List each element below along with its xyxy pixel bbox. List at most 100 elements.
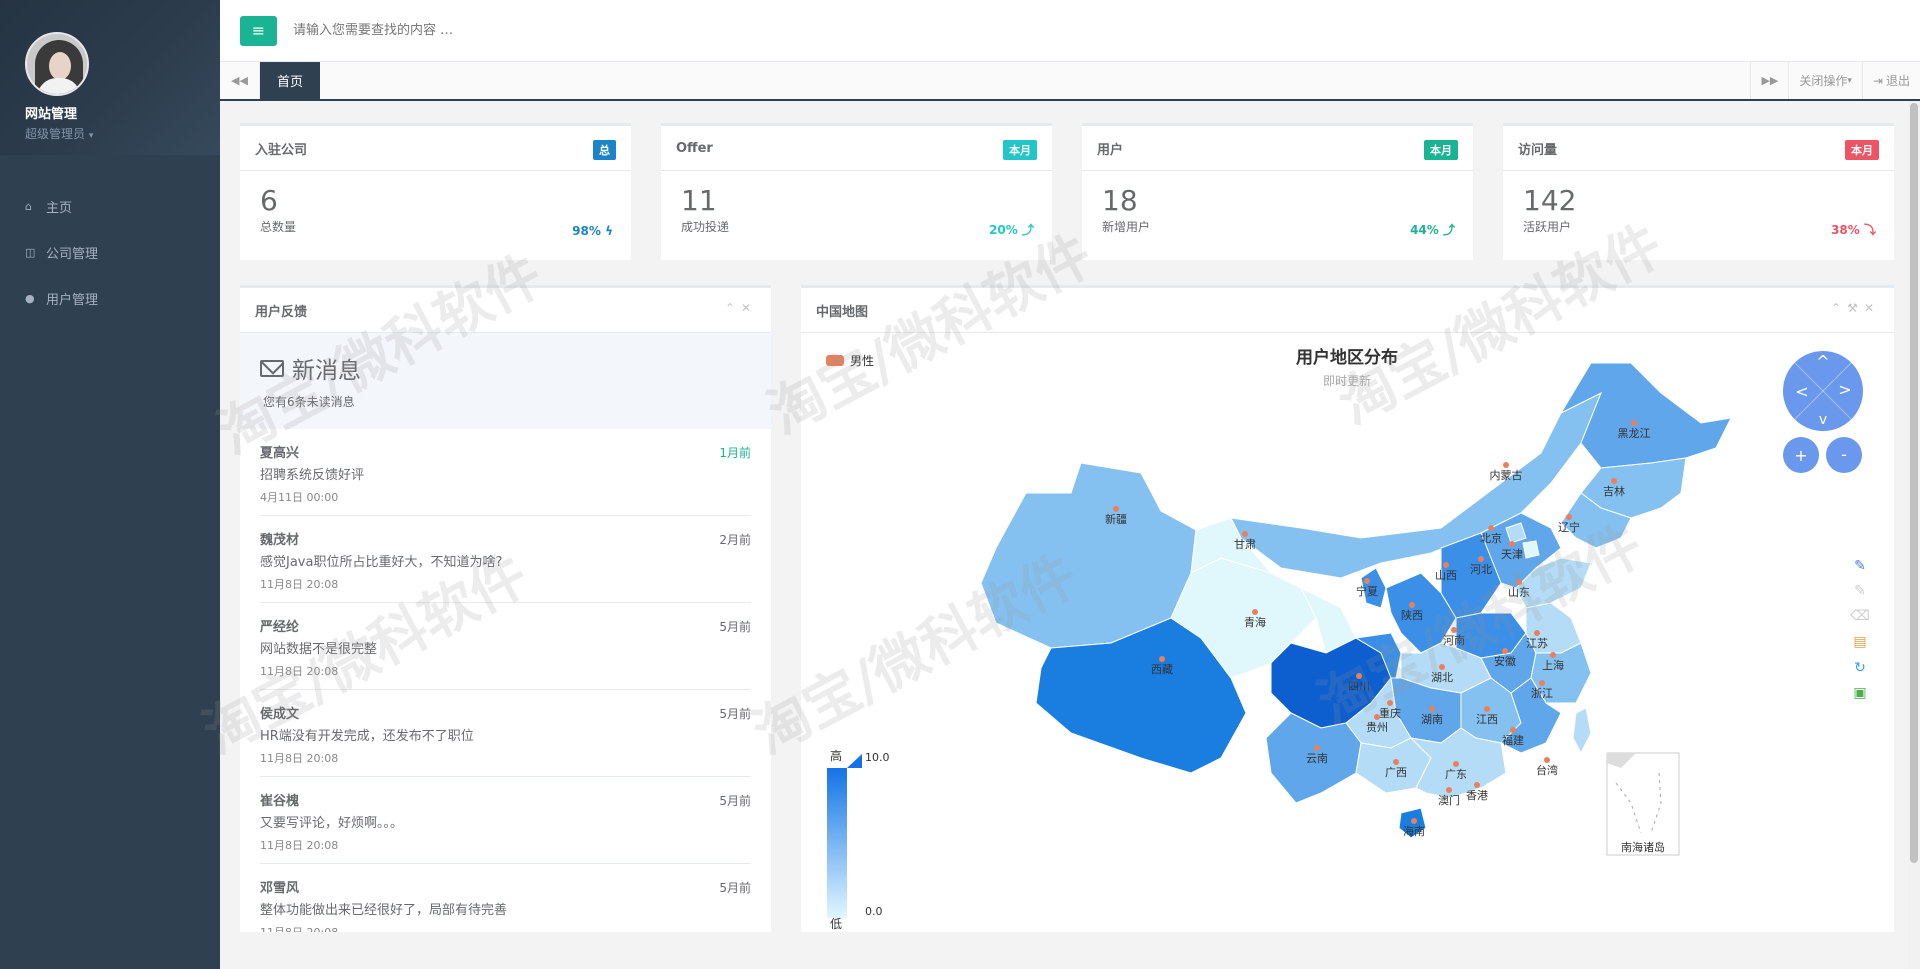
minus-icon: - xyxy=(1841,445,1847,464)
user-role-dropdown[interactable]: 超级管理员 ▾ xyxy=(25,125,220,142)
svg-text:新疆: 新疆 xyxy=(1105,512,1127,526)
envelope-icon xyxy=(260,359,284,377)
svg-text:河南: 河南 xyxy=(1443,634,1465,647)
close-icon[interactable]: ✕ xyxy=(741,301,757,315)
pan-left-icon[interactable]: < xyxy=(1795,382,1808,401)
user-name: 网站管理 xyxy=(25,107,78,122)
hamburger-icon: ≡ xyxy=(251,21,266,40)
level-up-icon: ⤴ xyxy=(1442,223,1455,237)
sidebar-item-label: 公司管理 xyxy=(46,246,99,262)
mark-clear-icon[interactable]: ⌫ xyxy=(1850,608,1870,624)
wrench-icon[interactable]: ⚒ xyxy=(1847,301,1864,315)
backward-icon: ◀◀ xyxy=(231,74,248,87)
stat-value: 18 xyxy=(1102,184,1138,217)
roam-controller[interactable]: ^ < > v + - xyxy=(1783,351,1863,473)
top-bar: ≡ xyxy=(220,0,1920,61)
close-ops-dropdown[interactable]: 关闭操作 ▾ xyxy=(1788,62,1862,99)
sidebar-item-users[interactable]: ● 用户管理 xyxy=(0,275,220,321)
mark-undo-icon[interactable]: ✎ xyxy=(1854,583,1866,599)
svg-text:宁夏: 宁夏 xyxy=(1356,584,1378,598)
feedback-date: 4月11日 00:00 xyxy=(260,491,339,504)
data-view-icon[interactable]: ▤ xyxy=(1853,634,1866,650)
stat-value: 11 xyxy=(681,184,717,217)
range-min: 0.0 xyxy=(865,905,883,918)
svg-text:黑龙江: 黑龙江 xyxy=(1618,427,1651,440)
range-bar xyxy=(827,768,847,918)
pan-up-icon[interactable]: ^ xyxy=(1816,352,1829,371)
feedback-author: 严经纶 xyxy=(260,620,300,635)
stat-badge: 本月 xyxy=(1845,140,1879,160)
map-title: 用户地区分布 xyxy=(1296,347,1398,368)
stat-title: 访问量 xyxy=(1518,142,1558,158)
pan-right-icon[interactable]: > xyxy=(1838,380,1851,399)
close-icon[interactable]: ✕ xyxy=(1864,301,1880,315)
svg-text:湖北: 湖北 xyxy=(1431,671,1453,684)
feedback-list: 夏高兴 招聘系统反馈好评 4月11日 00:00 1月前 魏茂材 感觉Java职位所占比… xyxy=(240,429,771,932)
list-item[interactable]: 魏茂材 感觉Java职位所占比重好大，不知道为啥? 11月8日 20:08 2月前 xyxy=(260,516,751,603)
sidebar-item-home[interactable]: ⌂ 主页 xyxy=(0,183,220,229)
forward-icon: ▶▶ xyxy=(1761,74,1779,87)
list-item[interactable]: 崔谷槐 又要写评论，好烦啊。。。 11月8日 20:08 5月前 xyxy=(260,777,751,864)
stat-percent: 98% ϟ xyxy=(572,224,613,238)
sidebar-item-company[interactable]: ◫ 公司管理 xyxy=(0,229,220,275)
user-role-label: 超级管理员 xyxy=(25,127,86,141)
svg-text:澳门: 澳门 xyxy=(1438,793,1460,807)
restore-icon[interactable]: ↻ xyxy=(1854,660,1866,676)
svg-text:西藏: 西藏 xyxy=(1151,663,1173,676)
visual-map-range[interactable]: 高 10.0 0.0 低 xyxy=(827,748,890,931)
list-item[interactable]: 侯成文 HR端没有开发完成，还发布不了职位 11月8日 20:08 5月前 xyxy=(260,690,751,777)
save-image-icon[interactable]: ▣ xyxy=(1853,685,1866,701)
region-taiwan[interactable] xyxy=(1572,707,1592,755)
feedback-author: 崔谷槐 xyxy=(260,794,300,809)
menu-toggle-button[interactable]: ≡ xyxy=(240,15,277,46)
close-ops-label: 关闭操作 xyxy=(1799,74,1848,88)
feedback-text: 整体功能做出来已经很好了，局部有待完善 xyxy=(260,903,508,918)
list-item[interactable]: 夏高兴 招聘系统反馈好评 4月11日 00:00 1月前 xyxy=(260,429,751,516)
scrollbar-thumb[interactable] xyxy=(1910,103,1918,863)
tab-home[interactable]: 首页 xyxy=(260,62,321,99)
range-handle-top[interactable] xyxy=(847,754,862,768)
unread-count: 您有6条未读消息 xyxy=(263,395,355,409)
collapse-icon[interactable]: ⌃ xyxy=(725,301,741,315)
logout-label: 退出 xyxy=(1885,74,1910,88)
feedback-date: 11月8日 20:08 xyxy=(260,665,339,678)
tab-scroll-left-button[interactable]: ◀◀ xyxy=(220,62,260,99)
pan-down-icon[interactable]: v xyxy=(1819,412,1827,428)
level-up-icon: ⤴ xyxy=(1021,223,1034,237)
feedback-time: 5月前 xyxy=(719,620,751,634)
stat-percent: 38% ⤵ xyxy=(1831,221,1876,238)
caret-down-icon: ▾ xyxy=(1847,75,1852,86)
region-tianjin[interactable] xyxy=(1522,540,1540,559)
map-subtitle: 即时更新 xyxy=(1323,373,1371,388)
search-input[interactable] xyxy=(293,23,693,38)
logout-button[interactable]: ⇥ 退出 xyxy=(1861,62,1920,99)
legend-label: 男性 xyxy=(850,354,874,368)
list-item[interactable]: 严经纶 网站数据不是很完整 11月8日 20:08 5月前 xyxy=(260,603,751,690)
feedback-text: HR端没有开发完成，还发布不了职位 xyxy=(260,729,474,744)
feedback-text: 感觉Java职位所占比重好大，不知道为啥? xyxy=(260,555,503,570)
marker-neimenggu[interactable]: 内蒙古 xyxy=(1490,462,1523,482)
svg-text:广东: 广东 xyxy=(1445,768,1467,781)
feedback-text: 招聘系统反馈好评 xyxy=(260,468,365,483)
region-xinjiang[interactable] xyxy=(980,462,1197,649)
feedback-time: 5月前 xyxy=(719,794,751,808)
avatar[interactable] xyxy=(25,32,89,96)
user-icon: ● xyxy=(25,291,35,305)
legend-swatch[interactable] xyxy=(826,355,844,366)
stat-percent-value: 44% xyxy=(1410,223,1439,237)
bolt-icon: ϟ xyxy=(605,224,613,238)
stat-percent-value: 20% xyxy=(989,223,1018,237)
stat-percent: 44% ⤴ xyxy=(1410,221,1455,238)
collapse-icon[interactable]: ⌃ xyxy=(1831,301,1847,315)
tab-scroll-right-button[interactable]: ▶▶ xyxy=(1750,62,1788,99)
svg-text:安徽: 安徽 xyxy=(1494,654,1516,668)
svg-text:上海: 上海 xyxy=(1542,658,1564,672)
svg-text:河北: 河北 xyxy=(1470,563,1492,576)
list-item[interactable]: 邓雪风整体功能做出来已经很好了，局部有待完善 11月8日 20:08 5月前 xyxy=(260,864,751,932)
scrollbar[interactable] xyxy=(1908,101,1920,969)
stat-card-users: 用户 本月 18 新增用户 44% ⤴ xyxy=(1082,123,1473,260)
svg-text:四川: 四川 xyxy=(1348,680,1370,693)
mark-icon[interactable]: ✎ xyxy=(1854,558,1866,574)
marker-taiwan[interactable]: 台湾 xyxy=(1536,757,1558,777)
feedback-time: 5月前 xyxy=(719,707,751,721)
